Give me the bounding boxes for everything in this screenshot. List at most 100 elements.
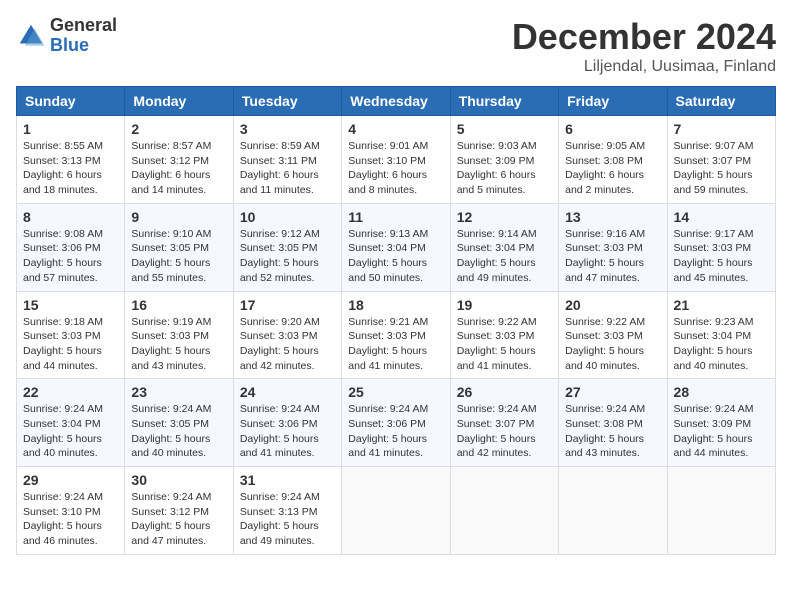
calendar-day-header: Wednesday — [342, 87, 450, 116]
day-number: 3 — [240, 121, 335, 137]
title-area: December 2024 Liljendal, Uusimaa, Finlan… — [512, 16, 776, 76]
day-info: Sunrise: 9:24 AM Sunset: 3:13 PM Dayligh… — [240, 490, 335, 549]
calendar-day-header: Tuesday — [233, 87, 341, 116]
calendar-day-cell: 14 Sunrise: 9:17 AM Sunset: 3:03 PM Dayl… — [667, 203, 775, 291]
day-number: 31 — [240, 472, 335, 488]
day-info: Sunrise: 9:24 AM Sunset: 3:06 PM Dayligh… — [348, 402, 443, 461]
calendar-day-cell: 18 Sunrise: 9:21 AM Sunset: 3:03 PM Dayl… — [342, 291, 450, 379]
day-info: Sunrise: 9:17 AM Sunset: 3:03 PM Dayligh… — [674, 227, 769, 286]
calendar-day-cell: 1 Sunrise: 8:55 AM Sunset: 3:13 PM Dayli… — [17, 116, 125, 204]
day-info: Sunrise: 9:24 AM Sunset: 3:05 PM Dayligh… — [131, 402, 226, 461]
calendar-day-cell: 9 Sunrise: 9:10 AM Sunset: 3:05 PM Dayli… — [125, 203, 233, 291]
calendar-day-cell: 17 Sunrise: 9:20 AM Sunset: 3:03 PM Dayl… — [233, 291, 341, 379]
day-info: Sunrise: 9:03 AM Sunset: 3:09 PM Dayligh… — [457, 139, 552, 198]
logo-blue-text: Blue — [50, 36, 117, 56]
calendar-day-cell — [667, 467, 775, 555]
day-number: 4 — [348, 121, 443, 137]
calendar-week-row: 1 Sunrise: 8:55 AM Sunset: 3:13 PM Dayli… — [17, 116, 776, 204]
calendar-day-cell: 30 Sunrise: 9:24 AM Sunset: 3:12 PM Dayl… — [125, 467, 233, 555]
calendar-day-cell: 5 Sunrise: 9:03 AM Sunset: 3:09 PM Dayli… — [450, 116, 558, 204]
day-number: 11 — [348, 209, 443, 225]
day-number: 17 — [240, 297, 335, 313]
logo: General Blue — [16, 16, 117, 56]
calendar-day-cell: 26 Sunrise: 9:24 AM Sunset: 3:07 PM Dayl… — [450, 379, 558, 467]
location-title: Liljendal, Uusimaa, Finland — [512, 58, 776, 76]
day-info: Sunrise: 9:14 AM Sunset: 3:04 PM Dayligh… — [457, 227, 552, 286]
day-number: 6 — [565, 121, 660, 137]
day-info: Sunrise: 9:16 AM Sunset: 3:03 PM Dayligh… — [565, 227, 660, 286]
day-info: Sunrise: 9:20 AM Sunset: 3:03 PM Dayligh… — [240, 315, 335, 374]
day-info: Sunrise: 9:24 AM Sunset: 3:04 PM Dayligh… — [23, 402, 118, 461]
calendar-day-cell: 25 Sunrise: 9:24 AM Sunset: 3:06 PM Dayl… — [342, 379, 450, 467]
day-number: 10 — [240, 209, 335, 225]
calendar-day-cell: 10 Sunrise: 9:12 AM Sunset: 3:05 PM Dayl… — [233, 203, 341, 291]
calendar-day-cell — [559, 467, 667, 555]
day-number: 23 — [131, 384, 226, 400]
day-info: Sunrise: 8:59 AM Sunset: 3:11 PM Dayligh… — [240, 139, 335, 198]
calendar-day-cell: 6 Sunrise: 9:05 AM Sunset: 3:08 PM Dayli… — [559, 116, 667, 204]
calendar-day-header: Sunday — [17, 87, 125, 116]
calendar-week-row: 22 Sunrise: 9:24 AM Sunset: 3:04 PM Dayl… — [17, 379, 776, 467]
calendar-day-cell: 23 Sunrise: 9:24 AM Sunset: 3:05 PM Dayl… — [125, 379, 233, 467]
day-number: 26 — [457, 384, 552, 400]
calendar-day-header: Saturday — [667, 87, 775, 116]
day-number: 5 — [457, 121, 552, 137]
day-info: Sunrise: 9:22 AM Sunset: 3:03 PM Dayligh… — [457, 315, 552, 374]
day-info: Sunrise: 9:08 AM Sunset: 3:06 PM Dayligh… — [23, 227, 118, 286]
calendar-day-cell: 16 Sunrise: 9:19 AM Sunset: 3:03 PM Dayl… — [125, 291, 233, 379]
calendar-day-cell: 29 Sunrise: 9:24 AM Sunset: 3:10 PM Dayl… — [17, 467, 125, 555]
calendar-day-header: Monday — [125, 87, 233, 116]
calendar-day-cell: 27 Sunrise: 9:24 AM Sunset: 3:08 PM Dayl… — [559, 379, 667, 467]
day-number: 29 — [23, 472, 118, 488]
day-number: 24 — [240, 384, 335, 400]
day-number: 8 — [23, 209, 118, 225]
calendar-day-cell: 31 Sunrise: 9:24 AM Sunset: 3:13 PM Dayl… — [233, 467, 341, 555]
day-number: 7 — [674, 121, 769, 137]
day-info: Sunrise: 9:18 AM Sunset: 3:03 PM Dayligh… — [23, 315, 118, 374]
day-info: Sunrise: 9:24 AM Sunset: 3:12 PM Dayligh… — [131, 490, 226, 549]
calendar-day-cell — [450, 467, 558, 555]
day-number: 19 — [457, 297, 552, 313]
day-info: Sunrise: 8:55 AM Sunset: 3:13 PM Dayligh… — [23, 139, 118, 198]
day-info: Sunrise: 9:24 AM Sunset: 3:06 PM Dayligh… — [240, 402, 335, 461]
day-number: 27 — [565, 384, 660, 400]
day-info: Sunrise: 9:13 AM Sunset: 3:04 PM Dayligh… — [348, 227, 443, 286]
day-info: Sunrise: 9:23 AM Sunset: 3:04 PM Dayligh… — [674, 315, 769, 374]
calendar-table: SundayMondayTuesdayWednesdayThursdayFrid… — [16, 86, 776, 555]
calendar-week-row: 29 Sunrise: 9:24 AM Sunset: 3:10 PM Dayl… — [17, 467, 776, 555]
calendar-day-cell: 20 Sunrise: 9:22 AM Sunset: 3:03 PM Dayl… — [559, 291, 667, 379]
calendar-day-cell: 3 Sunrise: 8:59 AM Sunset: 3:11 PM Dayli… — [233, 116, 341, 204]
day-info: Sunrise: 9:12 AM Sunset: 3:05 PM Dayligh… — [240, 227, 335, 286]
day-number: 18 — [348, 297, 443, 313]
day-info: Sunrise: 9:24 AM Sunset: 3:07 PM Dayligh… — [457, 402, 552, 461]
day-info: Sunrise: 9:22 AM Sunset: 3:03 PM Dayligh… — [565, 315, 660, 374]
day-number: 12 — [457, 209, 552, 225]
day-number: 15 — [23, 297, 118, 313]
calendar-day-header: Friday — [559, 87, 667, 116]
calendar-day-cell: 28 Sunrise: 9:24 AM Sunset: 3:09 PM Dayl… — [667, 379, 775, 467]
calendar-day-cell: 24 Sunrise: 9:24 AM Sunset: 3:06 PM Dayl… — [233, 379, 341, 467]
calendar-header-row: SundayMondayTuesdayWednesdayThursdayFrid… — [17, 87, 776, 116]
calendar-day-cell: 8 Sunrise: 9:08 AM Sunset: 3:06 PM Dayli… — [17, 203, 125, 291]
logo-general-text: General — [50, 16, 117, 36]
day-number: 20 — [565, 297, 660, 313]
day-number: 13 — [565, 209, 660, 225]
day-number: 22 — [23, 384, 118, 400]
day-info: Sunrise: 9:01 AM Sunset: 3:10 PM Dayligh… — [348, 139, 443, 198]
calendar-day-cell: 21 Sunrise: 9:23 AM Sunset: 3:04 PM Dayl… — [667, 291, 775, 379]
header: General Blue December 2024 Liljendal, Uu… — [16, 16, 776, 76]
day-number: 25 — [348, 384, 443, 400]
calendar-day-cell: 2 Sunrise: 8:57 AM Sunset: 3:12 PM Dayli… — [125, 116, 233, 204]
day-number: 21 — [674, 297, 769, 313]
calendar-week-row: 8 Sunrise: 9:08 AM Sunset: 3:06 PM Dayli… — [17, 203, 776, 291]
calendar-day-header: Thursday — [450, 87, 558, 116]
day-info: Sunrise: 9:24 AM Sunset: 3:10 PM Dayligh… — [23, 490, 118, 549]
calendar-day-cell: 15 Sunrise: 9:18 AM Sunset: 3:03 PM Dayl… — [17, 291, 125, 379]
calendar-week-row: 15 Sunrise: 9:18 AM Sunset: 3:03 PM Dayl… — [17, 291, 776, 379]
month-title: December 2024 — [512, 16, 776, 58]
calendar-day-cell: 12 Sunrise: 9:14 AM Sunset: 3:04 PM Dayl… — [450, 203, 558, 291]
day-number: 1 — [23, 121, 118, 137]
calendar-day-cell: 11 Sunrise: 9:13 AM Sunset: 3:04 PM Dayl… — [342, 203, 450, 291]
day-info: Sunrise: 9:07 AM Sunset: 3:07 PM Dayligh… — [674, 139, 769, 198]
calendar-day-cell: 7 Sunrise: 9:07 AM Sunset: 3:07 PM Dayli… — [667, 116, 775, 204]
